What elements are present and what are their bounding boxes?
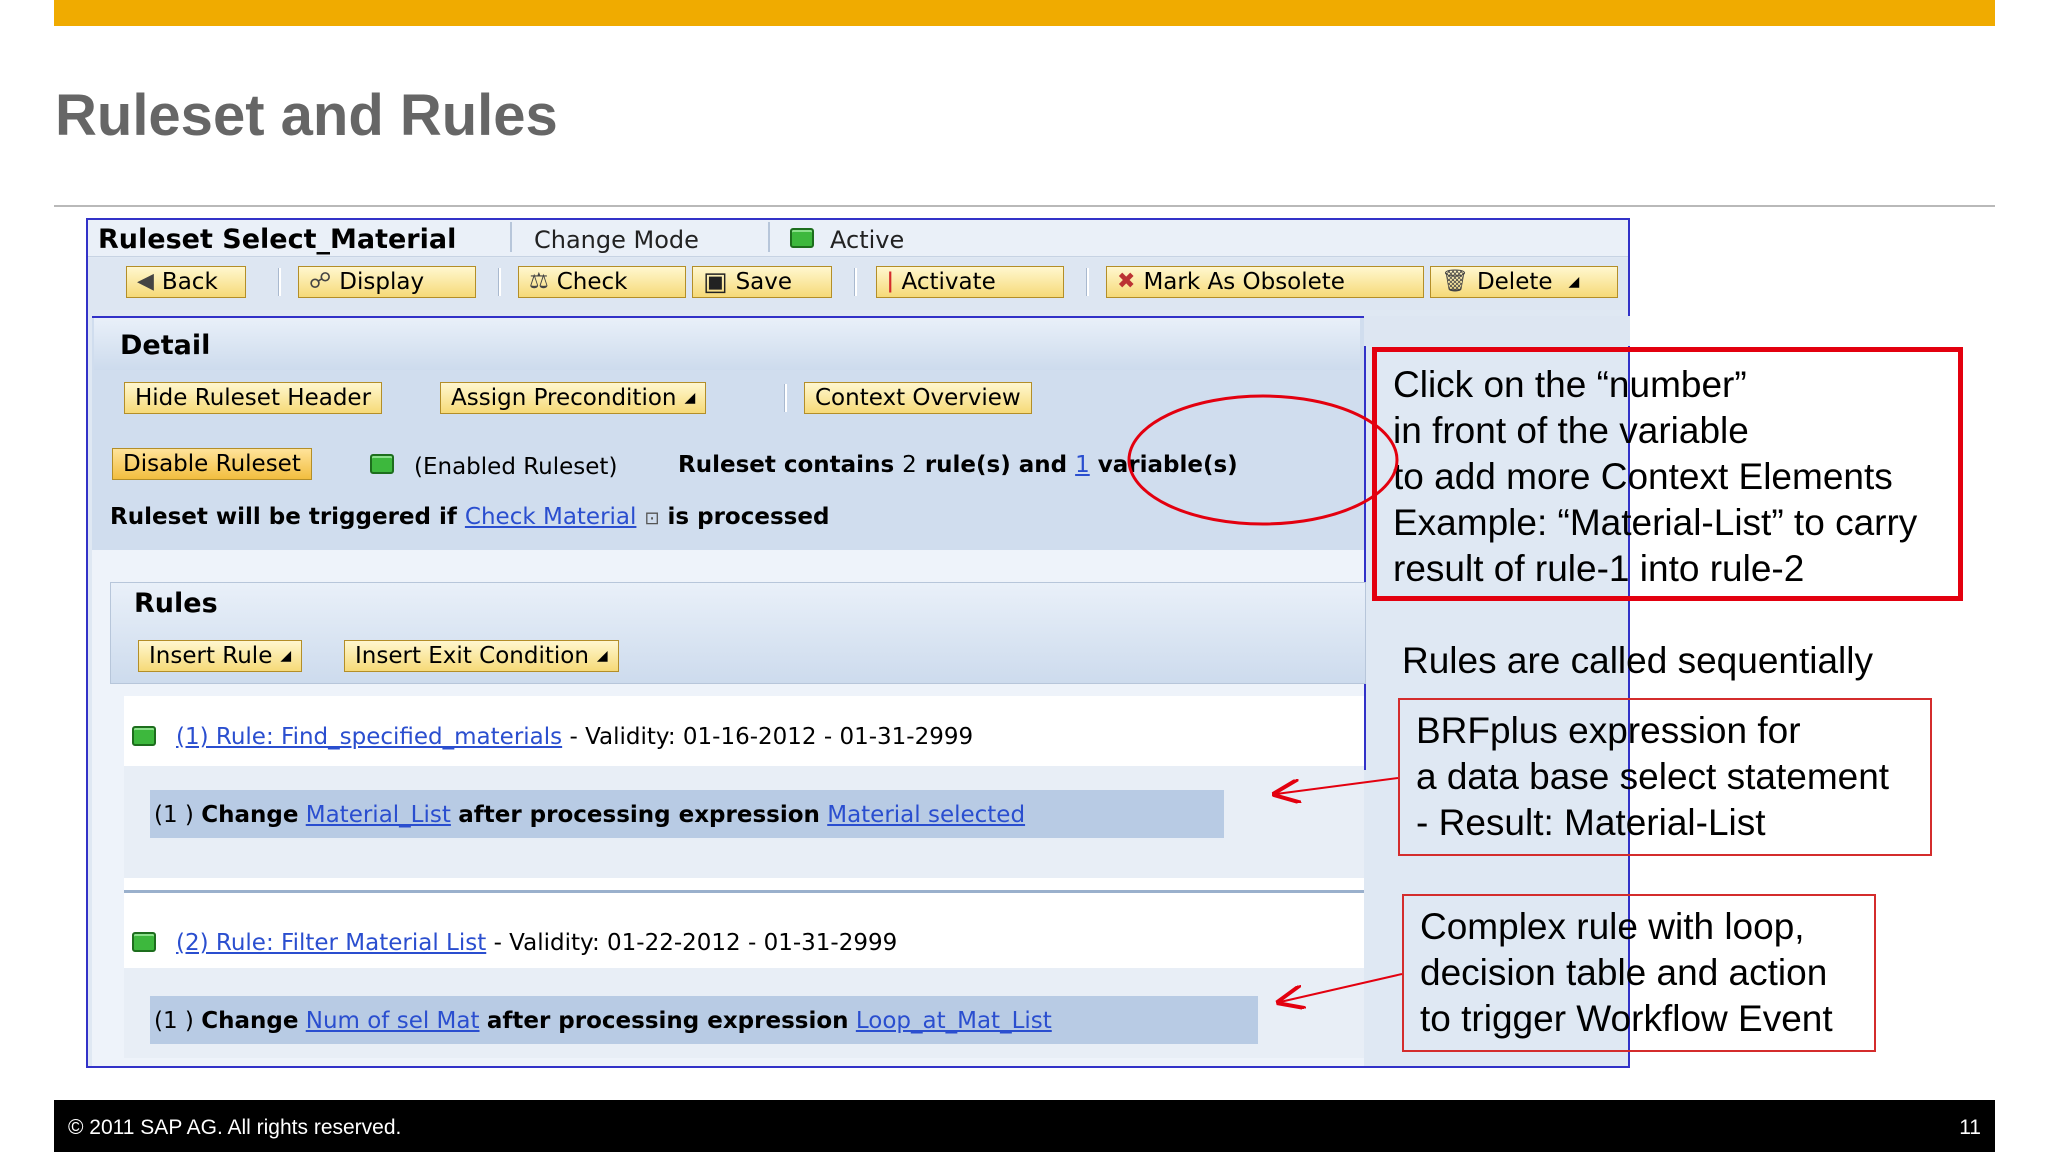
page-number: 11 xyxy=(1959,1116,1981,1139)
rule-1-arrow xyxy=(1276,777,1399,794)
slide-footer: © 2011 SAP AG. All rights reserved. 11 xyxy=(54,1100,1995,1152)
variable-highlight-ellipse xyxy=(1127,394,1399,526)
copyright-text: © 2011 SAP AG. All rights reserved. xyxy=(68,1116,402,1139)
annotation-overlay xyxy=(1127,394,1403,1152)
rule-2-arrow xyxy=(1280,973,1403,1002)
